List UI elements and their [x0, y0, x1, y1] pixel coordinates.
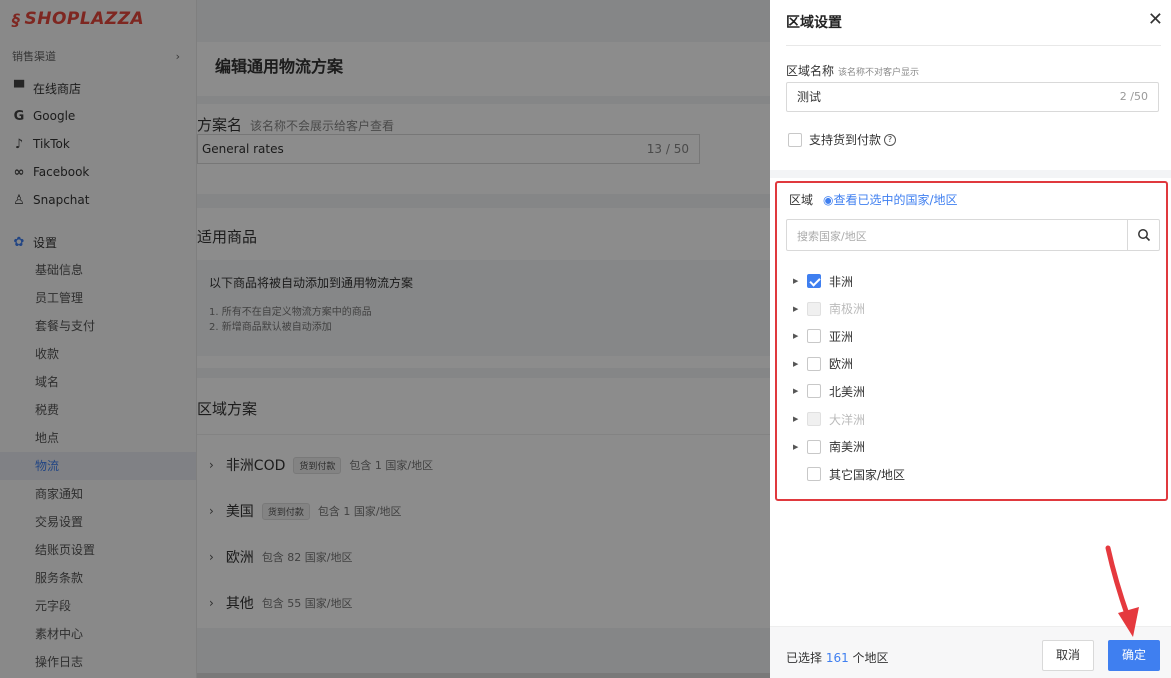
drawer-title: 区域设置 — [786, 15, 842, 31]
region-tree-item[interactable]: ▶ 非洲 — [793, 272, 853, 290]
search-button[interactable] — [1127, 220, 1159, 250]
region-checkbox[interactable] — [807, 356, 821, 371]
caret-right-icon[interactable]: ▶ — [793, 277, 807, 285]
region-tree-item[interactable]: ▶ 北美洲 — [793, 382, 865, 400]
region-checkbox[interactable] — [807, 384, 821, 399]
region-header: 区域 ◉查看已选中的国家/地区 — [789, 191, 958, 208]
region-checkbox[interactable] — [807, 467, 821, 482]
region-checkbox[interactable] — [807, 274, 821, 288]
section-separator — [770, 170, 1171, 178]
help-icon[interactable]: ? — [884, 133, 897, 146]
char-count: 2 /50 — [1119, 90, 1148, 103]
region-checkbox[interactable] — [807, 439, 821, 454]
drawer-header: 区域设置 ✕ — [786, 9, 1163, 46]
caret-right-icon[interactable]: ▶ — [793, 305, 807, 313]
search-icon — [1137, 229, 1150, 242]
cancel-button[interactable]: 取消 — [1042, 640, 1094, 671]
cod-checkbox[interactable] — [788, 132, 802, 147]
region-name-label: 区域名称 该名称不对客户显示 — [786, 64, 920, 78]
region-checkbox[interactable] — [807, 329, 821, 344]
caret-right-icon[interactable]: ▶ — [793, 387, 807, 395]
view-selected-label: 查看已选中的国家/地区 — [833, 193, 958, 207]
region-name-input[interactable]: 测试 2 /50 — [786, 82, 1159, 112]
region-label: 区域 — [789, 193, 814, 207]
region-label: 其它国家/地区 — [829, 467, 906, 482]
cod-checkbox-row[interactable]: 支持货到付款? — [788, 131, 897, 148]
modal-overlay[interactable] — [0, 0, 770, 678]
app-root: § SHOPLAZZA 销售渠道 › ▀ 在线商店 G Google ♪ TikTok ∞ Fac… — [0, 0, 1171, 678]
confirm-button[interactable]: 确定 — [1108, 640, 1160, 671]
view-selected-link[interactable]: ◉查看已选中的国家/地区 — [823, 193, 958, 207]
region-label: 非洲 — [829, 274, 854, 289]
search-input[interactable]: 搜索国家/地区 — [797, 228, 867, 244]
region-label: 南极洲 — [829, 302, 866, 317]
annotation-arrow-icon — [1105, 545, 1139, 637]
region-tree-item[interactable]: ▶其它国家/地区 — [793, 465, 905, 483]
region-tree-item[interactable]: ▶ 大洋洲 — [793, 410, 865, 428]
region-label: 南美洲 — [829, 440, 866, 455]
caret-right-icon[interactable]: ▶ — [793, 443, 807, 451]
region-search: 搜索国家/地区 — [786, 219, 1160, 251]
region-label: 北美洲 — [829, 384, 866, 399]
selected-count: 161 — [825, 651, 849, 665]
region-selector: 区域 ◉查看已选中的国家/地区 搜索国家/地区 ▶ 非洲 ▶ 南极洲 ▶ 亚洲 ▶ 欧洲 ▶ 北美洲… — [775, 181, 1168, 501]
region-checkbox — [807, 301, 821, 316]
eye-icon: ◉ — [823, 193, 834, 207]
caret-right-icon[interactable]: ▶ — [793, 415, 807, 423]
selected-count-text: 已选择 161 个地区 — [786, 651, 889, 665]
region-checkbox — [807, 412, 821, 426]
close-icon[interactable]: ✕ — [1148, 9, 1163, 30]
region-tree-item[interactable]: ▶ 南美洲 — [793, 438, 865, 456]
region-tree-item[interactable]: ▶ 南极洲 — [793, 300, 865, 318]
region-name-value: 测试 — [797, 90, 822, 104]
region-tree-item[interactable]: ▶ 亚洲 — [793, 327, 853, 345]
caret-right-icon[interactable]: ▶ — [793, 360, 807, 368]
region-label: 大洋洲 — [829, 412, 866, 427]
region-name-hint: 该名称不对客户显示 — [838, 68, 920, 78]
region-tree-item[interactable]: ▶ 欧洲 — [793, 355, 853, 373]
cod-label: 支持货到付款 — [809, 133, 882, 147]
caret-right-icon[interactable]: ▶ — [793, 332, 807, 340]
region-label: 欧洲 — [829, 357, 854, 372]
region-label: 亚洲 — [829, 329, 854, 344]
